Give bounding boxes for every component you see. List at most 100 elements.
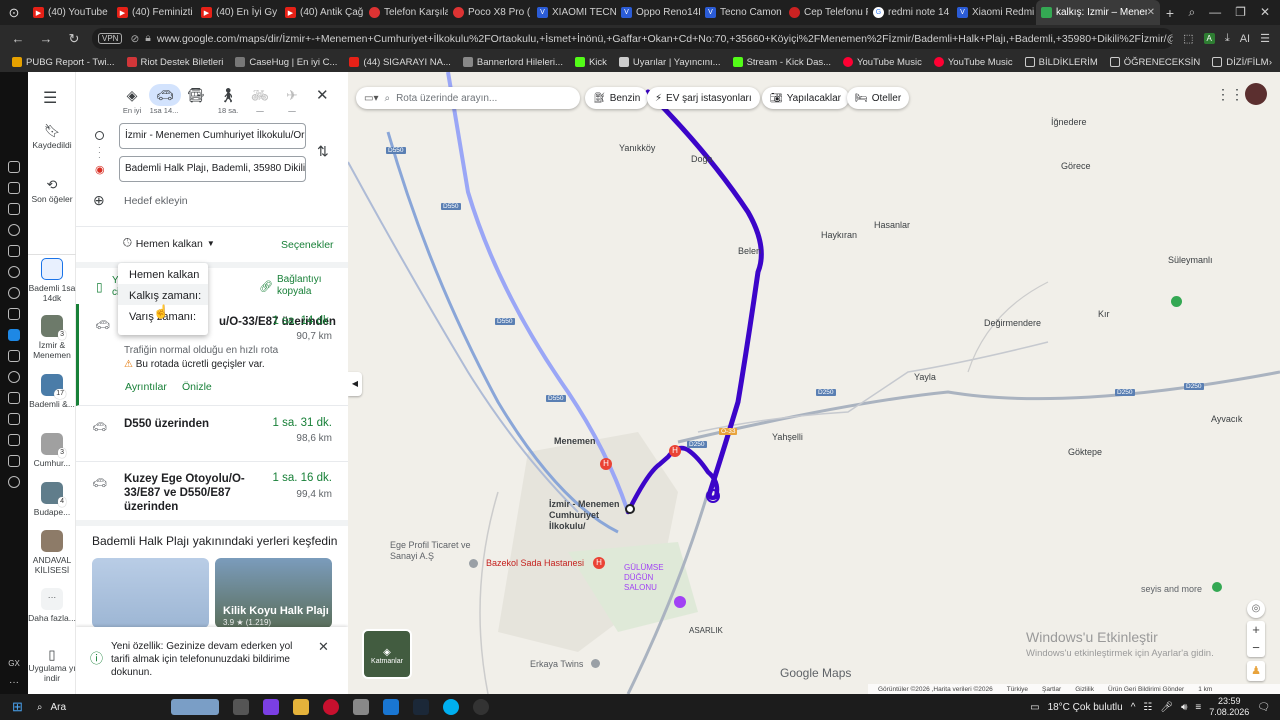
origin-input[interactable]: İzmir - Menemen Cumhuriyet İlkokulu/Or — [119, 123, 306, 149]
venue-pin-icon[interactable] — [674, 596, 686, 608]
app-icon[interactable] — [472, 699, 489, 715]
place-pin-icon[interactable] — [591, 659, 600, 668]
file-explorer-icon[interactable] — [292, 699, 309, 715]
new-tab-icon[interactable]: + — [1160, 5, 1180, 21]
x-icon[interactable] — [8, 308, 20, 320]
weather-label[interactable]: 18°C Çok bulutlu — [1048, 702, 1123, 713]
sidebar-app-icon[interactable] — [8, 182, 20, 194]
privacy-link[interactable]: Gizlilik — [1075, 686, 1094, 693]
sidebar-app-icon[interactable] — [8, 224, 20, 236]
language-icon[interactable]: ≡ — [1195, 702, 1201, 713]
clock-icon[interactable] — [8, 413, 20, 425]
feedback-link[interactable]: Ürün Geri Bildirimi Gönder — [1108, 686, 1184, 693]
mode-transit[interactable]: 🚍︎ — [181, 84, 211, 106]
tab[interactable]: ▶ (40) Feminizti — [112, 0, 196, 25]
more-icon[interactable]: ··· — [0, 677, 28, 688]
more-button[interactable]: ··· Daha fazla... — [28, 588, 76, 623]
menu-icon[interactable]: ☰ — [43, 88, 57, 108]
mode-car[interactable]: 🚗︎ 1sa 14... — [149, 84, 181, 115]
tab[interactable]: Gredmi note 14 p — [868, 0, 952, 25]
box-icon[interactable] — [8, 455, 20, 467]
bookmark[interactable]: Uyarılar | Yayıncını... — [618, 57, 721, 68]
gx-icon[interactable]: GX — [0, 659, 28, 668]
park-pin-icon[interactable] — [1212, 582, 1222, 592]
ai-icon[interactable]: AI — [1240, 33, 1250, 45]
phone-icon[interactable]: ▯ — [96, 280, 103, 294]
tab[interactable]: V XIAOMI TECN — [532, 0, 616, 25]
route-option[interactable]: 🚗︎ D550 üzerinden 1 sa. 31 dk. 98,6 km — [76, 406, 348, 462]
browser-logo-icon[interactable]: ⊙ — [0, 5, 28, 21]
bookmark-folder[interactable]: BİLDİKLERİM — [1024, 57, 1098, 68]
depart-selector[interactable]: 🕓︎ Hemen kalkan ▼ — [123, 237, 215, 250]
copy-link-button[interactable]: Bağlantıyı kopyala — [277, 274, 337, 298]
vpn-badge[interactable]: VPN — [98, 33, 123, 44]
mode-flight[interactable]: ✈︎ — — [277, 84, 307, 116]
tab[interactable]: ▶ (40) YouTube — [28, 0, 112, 25]
extension-icon[interactable]: ⬚ — [1183, 32, 1193, 45]
collapse-panel-icon[interactable]: ◀ — [348, 372, 362, 396]
map-canvas[interactable]: ▭▾ ⌕ Rota üzerinde arayın... ⛽︎ Benzin ⚡︎… — [348, 72, 1280, 694]
restore-icon[interactable]: ❐ — [1235, 5, 1246, 20]
hospital-pin-icon[interactable]: H — [669, 445, 681, 457]
chip-hotels[interactable]: 🛏︎ Oteller — [847, 87, 910, 109]
preview-button[interactable]: Önizle — [182, 381, 212, 393]
add-icon[interactable]: ⊕ — [93, 192, 105, 209]
sidebar-app-icon[interactable] — [8, 161, 20, 173]
hospital-pin-icon[interactable]: H — [593, 557, 605, 569]
forward-icon[interactable]: → — [36, 31, 56, 46]
hospital-pin-icon[interactable]: H — [600, 458, 612, 470]
menu-icon[interactable]: ☰ — [1260, 32, 1270, 45]
app-icon[interactable] — [352, 699, 369, 715]
link-icon[interactable]: 🔗︎ — [259, 280, 273, 293]
settings-icon[interactable] — [8, 476, 20, 488]
bookmark[interactable]: Bannerlord Hileleri... — [462, 57, 563, 68]
extension-a-icon[interactable]: A — [1203, 33, 1215, 44]
whatsapp-icon[interactable] — [8, 266, 20, 278]
url-text[interactable]: www.google.com/maps/dir/İzmir+-+Menemen+… — [157, 33, 1173, 45]
copilot-icon[interactable] — [262, 699, 279, 715]
mic-icon[interactable]: 🎤︎ — [1160, 702, 1173, 713]
network-icon[interactable]: ☷ — [1143, 702, 1152, 713]
explore-card[interactable]: Kilik Koyu Halk Plajı 3.9 ★ (1.219) — [215, 558, 332, 628]
search-tabs-icon[interactable]: ⌕ — [1188, 5, 1195, 20]
recent-button[interactable]: ⟲ Son öğeler — [28, 178, 76, 204]
bookmark[interactable]: PUBG Report - Twi... — [12, 57, 115, 68]
zoom-out-icon[interactable]: − — [1247, 639, 1265, 657]
heart-icon[interactable] — [8, 371, 20, 383]
recent-item[interactable]: 3 Cumhur... — [28, 433, 76, 468]
layers-toggle-icon[interactable]: ▭▾ — [364, 93, 378, 104]
my-location-icon[interactable]: ◎ — [1247, 600, 1265, 618]
route-search-input[interactable]: ▭▾ ⌕ Rota üzerinde arayın... — [356, 87, 580, 109]
app-icon[interactable] — [382, 699, 399, 715]
mode-best[interactable]: ◈ En iyi — [117, 84, 147, 116]
swap-icon[interactable]: ⇅ — [317, 143, 329, 160]
terms-link[interactable]: Şartlar — [1042, 686, 1061, 693]
dropdown-item[interactable]: Hemen kalkan — [118, 263, 208, 284]
bookmark[interactable]: Kick — [574, 57, 607, 68]
route-option[interactable]: 🚗︎ Kuzey Ege Otoyolu/O-33/E87 ve D550/E8… — [76, 462, 348, 520]
bookmark[interactable]: CaseHug | En iyi C... — [235, 57, 337, 68]
windows-start-icon[interactable]: ⊞ — [12, 699, 23, 715]
options-button[interactable]: Seçenekler — [281, 239, 334, 251]
recent-item[interactable]: 17 Bademli &... — [28, 374, 76, 409]
close-window-icon[interactable]: ✕ — [1260, 5, 1270, 20]
details-button[interactable]: Ayrıntılar — [125, 381, 167, 393]
avatar[interactable] — [1245, 83, 1267, 105]
park-pin-icon[interactable] — [1171, 296, 1182, 307]
minimize-icon[interactable]: — — [1209, 5, 1221, 20]
bookmark-folder[interactable]: DİZİ/FİLM — [1212, 57, 1269, 68]
download-icon[interactable]: ⤓ — [1225, 32, 1230, 45]
zoom-in-icon[interactable]: + — [1247, 621, 1265, 639]
tab[interactable]: V Oppo Reno14F — [616, 0, 700, 25]
notification-icon[interactable]: 🗨︎ — [1257, 702, 1270, 713]
apps-grid-icon[interactable]: ⋮⋮ — [1216, 86, 1244, 103]
get-app-button[interactable]: ▯ Uygulama yı indir — [28, 648, 76, 683]
chevron-up-icon[interactable]: ^ — [1131, 702, 1136, 713]
saved-button[interactable]: 🔖︎ Kaydedildi — [28, 124, 76, 150]
recent-item[interactable]: 3 İzmir & Menemen — [28, 315, 76, 360]
region-link[interactable]: Türkiye — [1007, 686, 1028, 693]
chip-todo[interactable]: 📷︎ Yapılacaklar — [762, 87, 849, 109]
pegman-icon[interactable]: ♟ — [1247, 661, 1265, 681]
history-icon[interactable] — [8, 392, 20, 404]
taskbar-search[interactable]: ⌕ Ara — [37, 702, 157, 713]
